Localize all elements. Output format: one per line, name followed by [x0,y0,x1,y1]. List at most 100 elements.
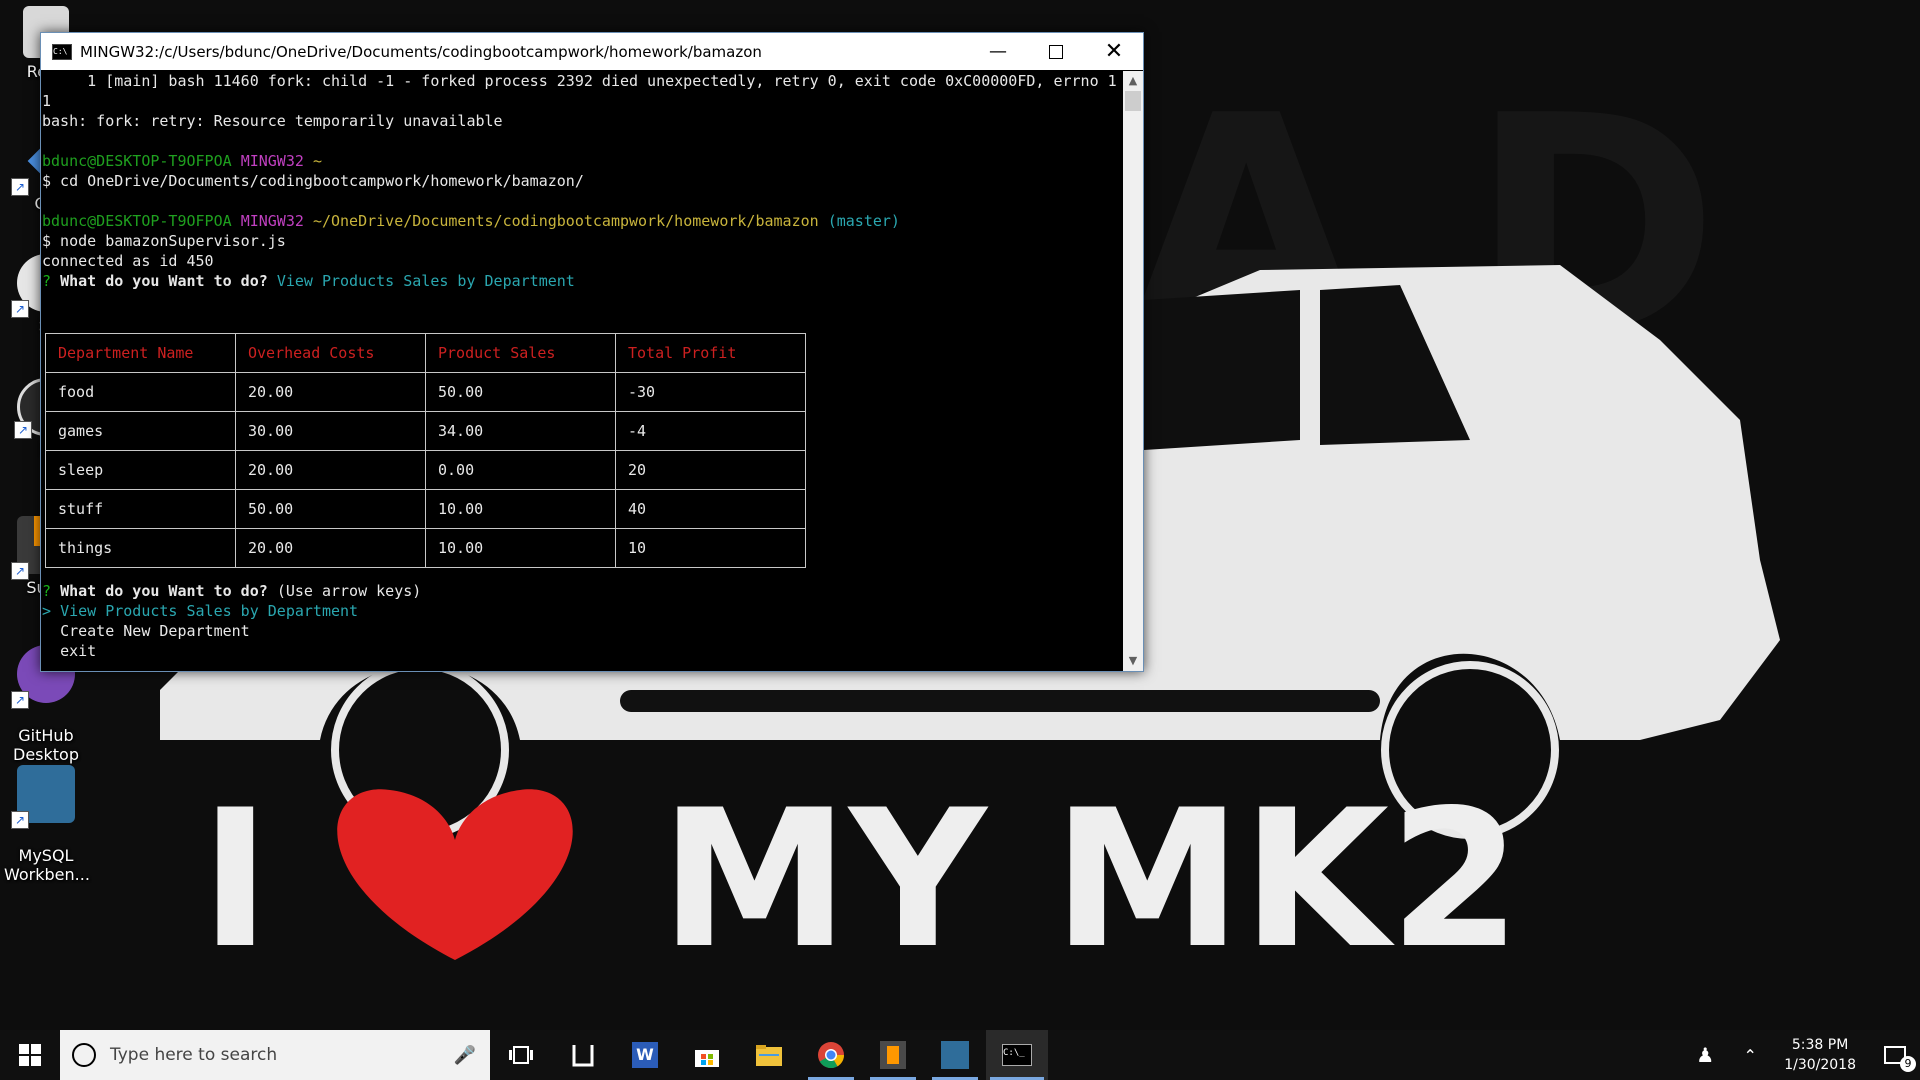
scroll-up-icon[interactable]: ▲ [1123,71,1143,91]
terminal-line: connected as id 450 [42,252,214,270]
start-button[interactable] [0,1030,60,1080]
mingw-app-icon: C:\ [52,43,72,60]
tray-action-center[interactable]: 9 [1870,1030,1920,1080]
table-cell: 20.00 [235,528,426,568]
table-cell: 10.00 [425,528,616,568]
taskbar-onenote[interactable] [552,1030,614,1080]
table-cell: games [45,411,236,451]
terminal-prompt: bdunc@DESKTOP-T9OFPOA MINGW32 ~ [42,151,1123,171]
table-cell: 0.00 [425,450,616,490]
prompt-env: MINGW32 [240,152,304,170]
clock-time: 5:38 PM [1791,1037,1849,1053]
table-cell: things [45,528,236,568]
taskbar-terminal[interactable]: C:\_ [986,1030,1048,1080]
scroll-down-icon[interactable]: ▼ [1123,651,1143,671]
minimize-button[interactable]: — [969,33,1027,70]
notification-badge: 9 [1900,1056,1916,1072]
table-cell: 20.00 [235,450,426,490]
people-icon: ♟ [1696,1043,1715,1067]
table-header-cell: Product Sales [425,333,616,373]
window-title: MINGW32:/c/Users/bdunc/OneDrive/Document… [80,42,762,61]
taskbar-sublime[interactable] [862,1030,924,1080]
taskbar-word[interactable]: W [614,1030,676,1080]
prompt-env: MINGW32 [240,212,304,230]
chevron-up-icon: ⌃ [1743,1045,1757,1065]
terminal-window[interactable]: C:\ MINGW32:/c/Users/bdunc/OneDrive/Docu… [40,32,1144,672]
table-row: games 30.00 34.00 -4 [45,411,806,451]
menu-option[interactable]: Create New Department [42,621,1123,641]
terminal-command: $ node bamazonSupervisor.js [42,232,286,250]
table-row: stuff 50.00 10.00 40 [45,489,806,529]
taskbar-clock[interactable]: 5:38 PM 1/30/2018 [1784,1035,1856,1075]
prompt-path: ~/OneDrive/Documents/codingbootcampwork/… [312,212,819,230]
search-placeholder: Type here to search [110,1045,278,1065]
prompt-user: bdunc@DESKTOP-T9OFPOA [42,212,232,230]
table-cell: 50.00 [425,372,616,412]
prompt-user: bdunc@DESKTOP-T9OFPOA [42,152,232,170]
table-cell: 50.00 [235,489,426,529]
table-cell: 30.00 [235,411,426,451]
word-icon: W [632,1042,658,1068]
terminal-prompt: bdunc@DESKTOP-T9OFPOA MINGW32 ~/OneDrive… [42,211,1123,231]
maximize-button[interactable] [1027,33,1085,70]
taskbar-search-box[interactable]: Type here to search 🎤 [60,1030,490,1080]
terminal-output[interactable]: 1 [main] bash 11460 fork: child -1 - for… [41,71,1123,671]
table-cell: -30 [615,372,806,412]
terminal-command: $ cd OneDrive/Documents/codingbootcampwo… [42,172,584,190]
maximize-icon [1049,44,1063,59]
taskbar-file-explorer[interactable] [738,1030,800,1080]
menu-option-label: Create New Department [60,622,250,640]
sales-table: Department Name Overhead Costs Product S… [45,333,806,568]
mysql-workbench-icon: ↗ [11,765,75,829]
tray-people[interactable]: ♟ [1680,1030,1730,1080]
question-mark: ? [42,272,52,290]
table-cell: 34.00 [425,411,616,451]
inquirer-question: ? What do you Want to do? View Products … [42,271,1123,291]
taskbar-chrome[interactable] [800,1030,862,1080]
table-row: things 20.00 10.00 10 [45,528,806,568]
desktop-icon-mysql-workbench[interactable]: ↗ MySQL Workben... [4,746,90,903]
table-cell: 20.00 [235,372,426,412]
window-titlebar[interactable]: C:\ MINGW32:/c/Users/bdunc/OneDrive/Docu… [41,33,1143,70]
cortana-icon [72,1043,96,1067]
vertical-scrollbar[interactable]: ▲ ▼ [1123,71,1143,671]
sublime-text-icon [880,1041,906,1069]
table-cell: food [45,372,236,412]
onenote-icon [572,1045,594,1067]
question-text: What do you Want to do? [60,272,268,290]
tray-show-hidden[interactable]: ⌃ [1730,1030,1770,1080]
taskbar-task-view[interactable] [490,1030,552,1080]
desktop-icon-label: MySQL Workben... [4,846,90,884]
system-tray: ♟ ⌃ 5:38 PM 1/30/2018 9 [1680,1030,1920,1080]
inquirer-question: ? What do you Want to do? (Use arrow key… [42,581,1123,601]
scrollbar-thumb[interactable] [1125,91,1141,111]
menu-pointer-icon: > [42,602,52,620]
prompt-path: ~ [312,152,322,170]
svg-text:I: I [200,769,271,990]
menu-option-selected[interactable]: > View Products Sales by Department [42,601,1123,621]
terminal-line: bash: fork: retry: Resource temporarily … [42,112,503,130]
svg-text:MY MK2: MY MK2 [660,769,1521,990]
taskbar: Type here to search 🎤 W C:\_ ♟ ⌃ 5:38 PM… [0,1030,1920,1080]
microphone-icon[interactable]: 🎤 [454,1045,476,1066]
minimize-icon: — [989,41,1007,62]
table-cell: 10 [615,528,806,568]
menu-option[interactable]: exit [42,641,1123,661]
taskbar-store[interactable] [676,1030,738,1080]
file-explorer-icon [756,1045,782,1066]
prompt-branch: (master) [827,212,900,230]
close-button[interactable]: ✕ [1085,33,1143,70]
table-row: sleep 20.00 0.00 20 [45,450,806,490]
clock-date: 1/30/2018 [1784,1057,1856,1073]
terminal-line: 1 [main] bash 11460 fork: child -1 - for… [42,72,1117,90]
chrome-icon [818,1042,845,1069]
mysql-workbench-icon [941,1041,969,1069]
question-hint: (Use arrow keys) [276,582,422,600]
taskbar-mysql-workbench[interactable] [924,1030,986,1080]
table-cell: -4 [615,411,806,451]
table-row: food 20.00 50.00 -30 [45,372,806,412]
table-cell: 20 [615,450,806,490]
table-header-cell: Department Name [45,333,236,373]
